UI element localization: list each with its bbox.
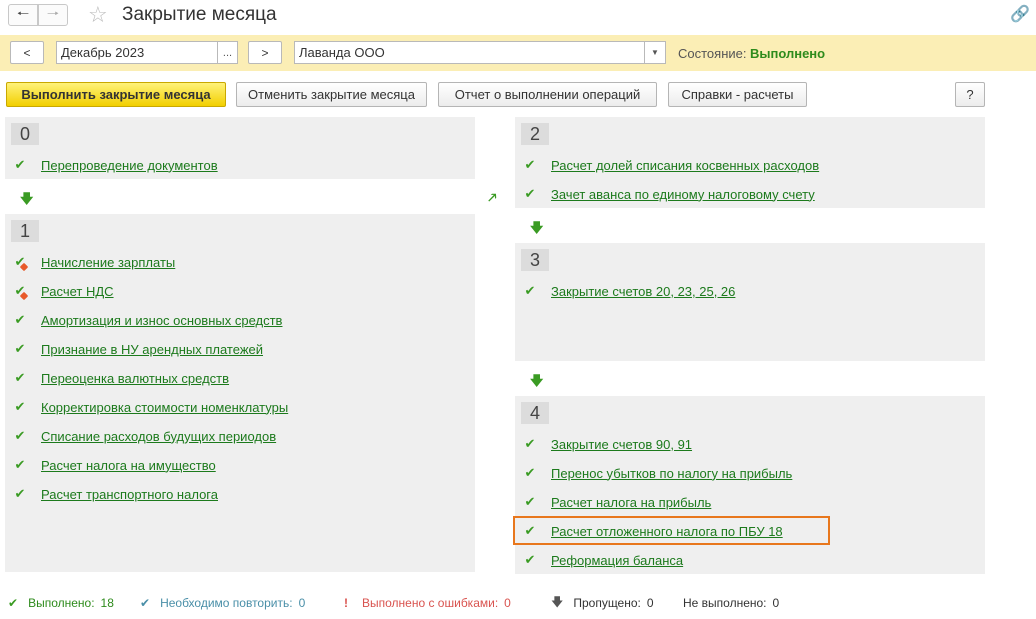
prev-period-button[interactable]: < — [10, 41, 44, 64]
legend-repeat-count: 0 — [298, 596, 306, 610]
check-icon: ✔ — [14, 428, 26, 443]
highlight-frame — [513, 516, 830, 545]
operation-link[interactable]: Реформация баланса — [551, 553, 683, 568]
arrow-left-icon: 🠐 — [16, 5, 30, 21]
cancel-month-close-button[interactable]: Отменить закрытие месяца — [236, 82, 427, 107]
help-calculations-button[interactable]: Справки - расчеты — [668, 82, 807, 107]
operations-report-button[interactable]: Отчет о выполнении операций — [438, 82, 657, 107]
operation-link[interactable]: Расчет налога на имущество — [41, 458, 216, 473]
check-icon: ✔ — [140, 596, 151, 610]
legend-repeat: ✔ Необходимо повторить: 0 — [140, 594, 305, 612]
period-field[interactable]: Декабрь 2023 — [56, 41, 218, 64]
legend-done-label: Выполнено: — [28, 596, 95, 610]
operation-link[interactable]: Закрытие счетов 20, 23, 25, 26 — [551, 284, 735, 299]
legend-errors-label: Выполнено с ошибками: — [362, 596, 499, 610]
operation-link[interactable]: Переоценка валютных средств — [41, 371, 229, 386]
help-button[interactable]: ? — [955, 82, 985, 107]
page-title: Закрытие месяца — [122, 4, 277, 25]
check-icon: ✔ — [14, 312, 26, 327]
check-icon: ✔ — [524, 436, 536, 451]
legend-not-done: Не выполнено: 0 — [683, 594, 779, 612]
arrow-right-icon: 🠒 — [46, 5, 60, 21]
check-icon: ✔ — [524, 494, 536, 509]
next-period-button[interactable]: > — [248, 41, 282, 64]
arrow-down-icon: 🡇 — [530, 220, 544, 235]
exclamation-icon: ! — [344, 596, 348, 610]
arrow-down-icon: 🡇 — [551, 594, 564, 609]
state-label: Состояние: — [678, 46, 747, 61]
legend-skipped-label: Пропущено: — [573, 596, 641, 610]
check-warning-icon: ✔ — [14, 283, 26, 298]
check-warning-icon: ✔ — [14, 254, 26, 269]
arrow-up-right-icon: 🡕 — [488, 190, 497, 205]
operation-link[interactable]: Признание в НУ арендных платежей — [41, 342, 263, 357]
legend-done: ✔ Выполнено: 18 — [8, 594, 114, 612]
operation-link[interactable]: Начисление зарплаты — [41, 255, 175, 270]
step-panel-2: 2 ✔ Расчет долей списания косвенных расх… — [515, 117, 985, 208]
check-icon: ✔ — [14, 486, 26, 501]
operation-link[interactable]: Расчет долей списания косвенных расходов — [551, 158, 819, 173]
check-icon: ✔ — [14, 370, 26, 385]
step-number: 1 — [11, 220, 39, 242]
period-select-button[interactable]: ... — [217, 41, 238, 64]
operation-link[interactable]: Списание расходов будущих периодов — [41, 429, 276, 444]
legend-not-done-label: Не выполнено: — [683, 596, 767, 610]
check-icon: ✔ — [14, 399, 26, 414]
operation-link[interactable]: Перепроведение документов — [41, 158, 218, 173]
check-icon: ✔ — [14, 157, 26, 172]
run-month-close-button[interactable]: Выполнить закрытие месяца — [6, 82, 226, 107]
arrow-down-icon: 🡇 — [530, 373, 544, 388]
check-icon: ✔ — [14, 457, 26, 472]
step-number: 0 — [11, 123, 39, 145]
operation-link[interactable]: Закрытие счетов 90, 91 — [551, 437, 692, 452]
step-panel-1: 1 ✔ Начисление зарплаты ✔ Расчет НДС ✔ А… — [5, 214, 475, 572]
back-button[interactable]: 🠐 — [8, 4, 38, 26]
check-icon: ✔ — [524, 552, 536, 567]
step-panel-0: 0 ✔ Перепроведение документов — [5, 117, 475, 179]
legend-skipped: 🡇 Пропущено: 0 — [551, 594, 654, 612]
step-panel-3: 3 ✔ Закрытие счетов 20, 23, 25, 26 — [515, 243, 985, 361]
arrow-down-icon: 🡇 — [20, 191, 34, 206]
step-number: 3 — [521, 249, 549, 271]
legend-skipped-count: 0 — [646, 596, 654, 610]
check-icon: ✔ — [524, 465, 536, 480]
legend-repeat-label: Необходимо повторить: — [160, 596, 293, 610]
star-icon[interactable]: ☆ — [88, 2, 108, 28]
operation-link[interactable]: Зачет аванса по единому налоговому счету — [551, 187, 815, 202]
step-number: 2 — [521, 123, 549, 145]
check-icon: ✔ — [524, 186, 536, 201]
operation-link[interactable]: Расчет НДС — [41, 284, 114, 299]
legend-done-count: 18 — [100, 596, 114, 610]
legend-errors: ! Выполнено с ошибками: 0 — [344, 594, 511, 612]
legend-not-done-count: 0 — [772, 596, 780, 610]
link-icon[interactable]: 🔗 — [1010, 4, 1030, 24]
legend-errors-count: 0 — [504, 596, 511, 610]
check-icon: ✔ — [14, 341, 26, 356]
organization-field[interactable]: Лаванда ООО — [294, 41, 645, 64]
title-bar: 🠐 🠒 ☆ Закрытие месяца 🔗 — [0, 0, 1036, 32]
organization-dropdown-button[interactable]: ▼ — [644, 41, 666, 64]
check-icon: ✔ — [8, 596, 19, 610]
period-toolbar: < Декабрь 2023 ... > Лаванда ООО ▼ Состо… — [0, 35, 1036, 71]
operation-link[interactable]: Корректировка стоимости номенклатуры — [41, 400, 288, 415]
step-number: 4 — [521, 402, 549, 424]
operation-link[interactable]: Перенос убытков по налогу на прибыль — [551, 466, 792, 481]
state-value: Выполнено — [750, 46, 826, 61]
operation-link[interactable]: Расчет налога на прибыль — [551, 495, 711, 510]
check-icon: ✔ — [524, 157, 536, 172]
step-panel-4: 4 ✔ Закрытие счетов 90, 91 ✔ Перенос убы… — [515, 396, 985, 574]
forward-button[interactable]: 🠒 — [38, 4, 68, 26]
operation-link[interactable]: Амортизация и износ основных средств — [41, 313, 282, 328]
chevron-down-icon: ▼ — [651, 48, 659, 57]
operation-link[interactable]: Расчет транспортного налога — [41, 487, 218, 502]
check-icon: ✔ — [524, 283, 536, 298]
